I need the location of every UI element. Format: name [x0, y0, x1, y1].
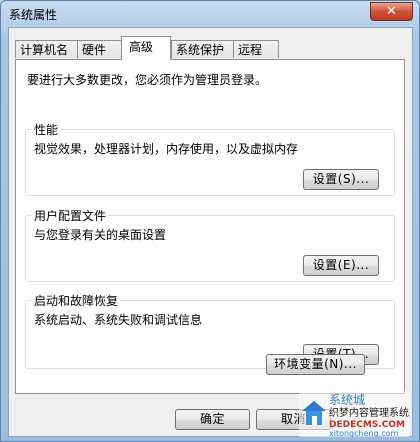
user-profiles-title: 用户配置文件 [32, 207, 109, 224]
environment-variables-button[interactable]: 环境变量(N)... [266, 354, 365, 375]
tab-computer-name[interactable]: 计算机名 [15, 40, 78, 58]
watermark-line3: xitongcheng.com [329, 429, 399, 437]
watermark-logo: 系统城 织梦内容管理系统 DEDECMS.COM xitongcheng.com [299, 391, 409, 437]
advanced-panel: 要进行大多数更改，您必须作为管理员登录。 性能 视觉效果，处理器计划，内存使用，… [15, 59, 405, 394]
system-properties-window: 系统属性 ✕ 计算机名 硬件 高级 系统保护 远程 要进行大多数更改，您必须作为… [0, 0, 420, 442]
tab-advanced[interactable]: 高级 [121, 36, 171, 60]
tab-system-protection[interactable]: 系统保护 [171, 40, 234, 58]
admin-note: 要进行大多数更改，您必须作为管理员登录。 [27, 73, 268, 87]
startup-recovery-title: 启动和故障恢复 [32, 292, 121, 309]
dialog-client: 计算机名 硬件 高级 系统保护 远程 要进行大多数更改，您必须作为管理员登录。 … [8, 27, 413, 437]
close-button[interactable]: ✕ [370, 2, 413, 21]
performance-desc: 视觉效果，处理器计划，内存使用，以及虚拟内存 [34, 142, 299, 156]
watermark-logo-text: 系统城 [329, 393, 365, 407]
user-profiles-settings-button[interactable]: 设置(E)... [303, 255, 379, 276]
user-profiles-group: 用户配置文件 与您登录有关的桌面设置 设置(E)... [25, 207, 395, 282]
tab-hardware[interactable]: 硬件 [77, 40, 122, 58]
ok-button[interactable]: 确定 [175, 409, 250, 430]
user-profiles-desc: 与您登录有关的桌面设置 [34, 228, 167, 242]
startup-recovery-desc: 系统启动、系统失败和调试信息 [34, 313, 203, 327]
close-icon: ✕ [386, 4, 397, 19]
watermark-line1: 织梦内容管理系统 [329, 406, 409, 419]
performance-settings-button[interactable]: 设置(S)... [303, 169, 379, 190]
window-title: 系统属性 [9, 8, 58, 22]
title-bar[interactable]: 系统属性 ✕ [1, 1, 419, 27]
performance-group: 性能 视觉效果，处理器计划，内存使用，以及虚拟内存 设置(S)... [25, 121, 395, 196]
performance-title: 性能 [32, 121, 61, 138]
tab-remote[interactable]: 远程 [233, 40, 279, 58]
